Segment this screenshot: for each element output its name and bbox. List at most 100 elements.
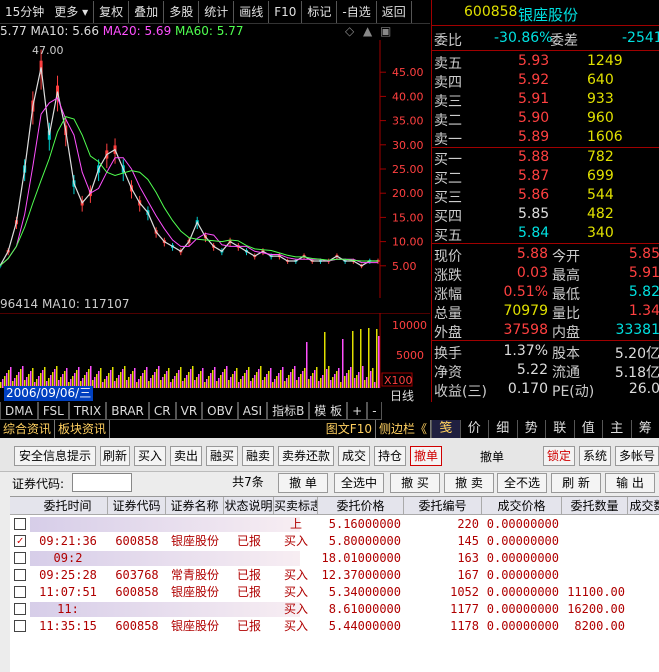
up-icon[interactable]: ▲ — [363, 24, 372, 38]
stats-button[interactable]: 统计 — [199, 0, 235, 23]
kline-chart[interactable]: 45.00 40.00 35.00 30.00 25.00 20.00 15.00 10.00… — [0, 40, 430, 298]
remove-watchlist-button[interactable]: -自选 — [337, 0, 377, 23]
sell-button[interactable]: 卖出 — [170, 446, 202, 466]
order-price: 18.01000000 — [321, 551, 401, 565]
column-header[interactable]: 委托时间 — [28, 497, 108, 515]
tab-trix[interactable]: TRIX — [68, 402, 107, 420]
order-row[interactable]: 11:07:51 600858 银座股份 已报 买入 5.34000000 1052 0.00… — [10, 584, 659, 601]
draw-line-button[interactable]: 画线 — [234, 0, 270, 23]
cancel-order-tab[interactable]: 撤单 — [410, 446, 442, 466]
tab-news[interactable]: 综合资讯 — [0, 420, 56, 438]
system-button[interactable]: 系统 — [579, 446, 611, 466]
row-checkbox[interactable] — [14, 552, 26, 564]
export-button[interactable]: 输 出 — [605, 473, 655, 493]
fuquan-button[interactable]: 复权 — [94, 0, 130, 23]
row-checkbox[interactable]: ✓ — [14, 535, 26, 547]
select-all-button[interactable]: 全选中 — [334, 473, 384, 493]
tab-sidebar[interactable]: 侧边栏《 — [376, 420, 431, 438]
column-header[interactable]: 委托价格 — [318, 497, 404, 515]
deselect-all-button[interactable]: 全不选 — [497, 473, 547, 493]
overlay-button[interactable]: 叠加 — [129, 0, 165, 23]
margin-buy-button[interactable]: 融买 — [206, 446, 238, 466]
column-header[interactable]: 成交数 — [628, 497, 659, 515]
column-header[interactable]: 委托编号 — [404, 497, 482, 515]
more-label: 更多 — [54, 4, 79, 19]
multi-stock-button[interactable]: 多股 — [164, 0, 200, 23]
tab-value[interactable]: 值 — [573, 420, 603, 438]
stat-value: 0.03 — [516, 265, 548, 281]
tab-template[interactable]: 模 板 — [309, 402, 348, 420]
tab-trend[interactable]: 势 — [516, 420, 546, 438]
column-header[interactable]: 成交价格 — [482, 497, 562, 515]
column-header[interactable]: 买卖标志 — [274, 497, 318, 515]
order-row[interactable]: 上 5.16000000 220 0.00000000 — [10, 516, 659, 533]
collapse-icon[interactable]: ▣ — [380, 24, 391, 38]
period-selector[interactable]: 15分钟 — [0, 1, 49, 23]
lock-button[interactable]: 锁定 — [543, 446, 575, 466]
column-header[interactable]: 状态说明 — [224, 497, 274, 515]
column-header[interactable]: 委托数量 — [562, 497, 628, 515]
tab-remove[interactable]: - — [367, 402, 382, 420]
volume-bar — [158, 366, 160, 388]
sell-repay-button[interactable]: 卖券还款 — [278, 446, 334, 466]
positions-button[interactable]: 持仓 — [374, 446, 406, 466]
cancel-button[interactable]: 撤 单 — [278, 473, 328, 493]
tab-link[interactable]: 联 — [545, 420, 574, 438]
more-button[interactable]: 更多 ▾ — [49, 0, 95, 23]
row-checkbox[interactable] — [14, 518, 26, 530]
buy-button[interactable]: 买入 — [134, 446, 166, 466]
tab-fsl[interactable]: FSL — [37, 402, 69, 420]
row-checkbox[interactable] — [14, 603, 26, 615]
tab-detail[interactable]: 细 — [488, 420, 517, 438]
tab-f10[interactable]: 图文F10 — [323, 420, 376, 438]
tab-indicator-b[interactable]: 指标B — [267, 402, 310, 420]
volume-bar — [342, 339, 344, 388]
volume-bar — [226, 366, 228, 388]
order-row[interactable]: 09:25:28 603768 常青股份 已报 买入 12.37000000 167 0.00… — [10, 567, 659, 584]
ask-level-volume: 640 — [587, 72, 614, 88]
tab-dma[interactable]: DMA — [0, 402, 38, 420]
refresh-list-button[interactable]: 刷 新 — [551, 473, 601, 493]
back-button[interactable]: 返回 — [377, 0, 412, 23]
order-row[interactable]: 11: 买入 8.61000000 1177 0.00000000 16200.00 — [10, 601, 659, 618]
tab-cr[interactable]: CR — [148, 402, 176, 420]
tab-price[interactable]: 价 — [459, 420, 489, 438]
bid-level-price: 5.85 — [518, 206, 550, 222]
bid-level-label: 买四 — [434, 209, 462, 225]
order-row[interactable]: ✓ 09:21:36 600858 银座股份 已报 买入 5.80000000 145 0.00… — [10, 533, 659, 550]
ask-level-volume: 960 — [587, 110, 614, 126]
tab-asi[interactable]: ASI — [237, 402, 268, 420]
row-checkbox[interactable] — [14, 586, 26, 598]
mark-button[interactable]: 标记 — [302, 0, 338, 23]
cancel-buys-button[interactable]: 撤 买 — [390, 473, 440, 493]
volume-bar — [56, 366, 58, 388]
volume-chart[interactable]: 10000 5000 X100 — [0, 313, 430, 388]
order-row[interactable]: 11:35:15 600858 银座股份 已报 买入 5.44000000 1178 0.00… — [10, 618, 659, 635]
column-header[interactable]: 证券代码 — [108, 497, 166, 515]
tab-note[interactable]: 笺 — [431, 420, 460, 438]
tab-main[interactable]: 主 — [602, 420, 631, 438]
f10-button[interactable]: F10 — [269, 0, 303, 23]
diamond-icon[interactable]: ◇ — [345, 24, 354, 38]
multi-account-button[interactable]: 多帐号 — [615, 446, 659, 466]
tab-chips[interactable]: 筹 — [630, 420, 659, 438]
row-checkbox[interactable] — [14, 620, 26, 632]
cancel-sells-button[interactable]: 撤 卖 — [444, 473, 494, 493]
stat-value-2: 5.91 — [628, 265, 659, 281]
security-code-input[interactable] — [72, 473, 132, 492]
refresh-button[interactable]: 刷新 — [100, 446, 130, 466]
volume-bar — [316, 367, 318, 388]
ask-level-volume: 933 — [587, 91, 614, 107]
column-header[interactable]: 证券名称 — [166, 497, 224, 515]
order-row[interactable]: 09:2 18.01000000 163 0.00000000 — [10, 550, 659, 567]
row-checkbox[interactable] — [14, 569, 26, 581]
tab-vr[interactable]: VR — [175, 402, 203, 420]
security-info-button[interactable]: 安全信息提示 — [14, 446, 96, 466]
margin-sell-button[interactable]: 融卖 — [242, 446, 274, 466]
tab-add[interactable]: + — [347, 402, 368, 420]
tab-brar[interactable]: BRAR — [106, 402, 149, 420]
tab-sector-news[interactable]: 板块资讯 — [55, 420, 111, 438]
order-time: 11:07:51 — [39, 585, 97, 599]
deals-button[interactable]: 成交 — [338, 446, 370, 466]
tab-obv[interactable]: OBV — [202, 402, 238, 420]
